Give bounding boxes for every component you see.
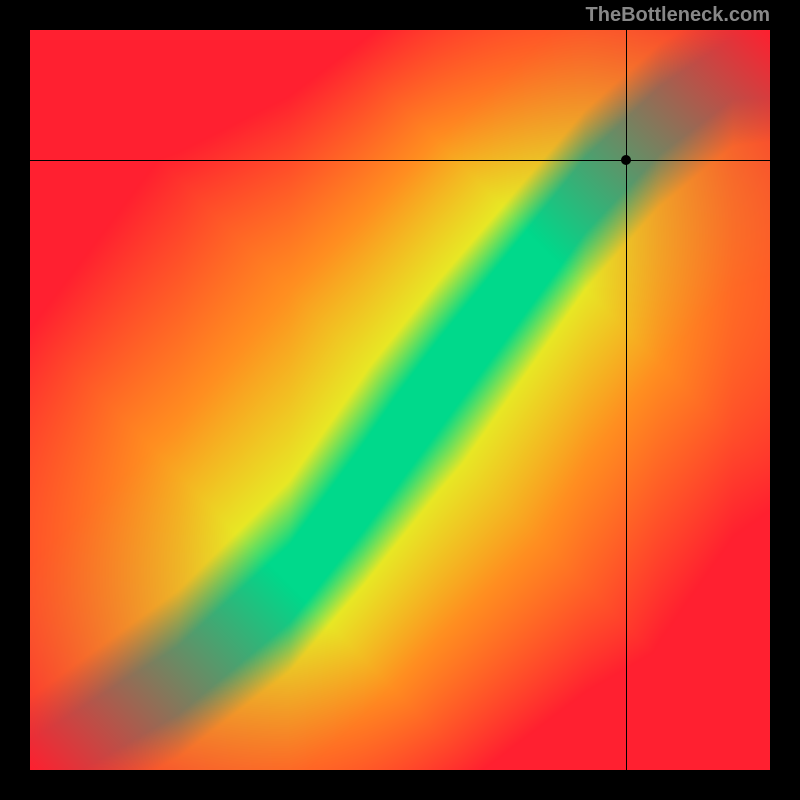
selection-marker xyxy=(621,155,631,165)
crosshair-vertical xyxy=(626,30,627,770)
attribution-text: TheBottleneck.com xyxy=(586,4,770,27)
heatmap-canvas xyxy=(30,30,770,770)
crosshair-horizontal xyxy=(30,160,770,161)
heatmap-plot-area xyxy=(30,30,770,770)
